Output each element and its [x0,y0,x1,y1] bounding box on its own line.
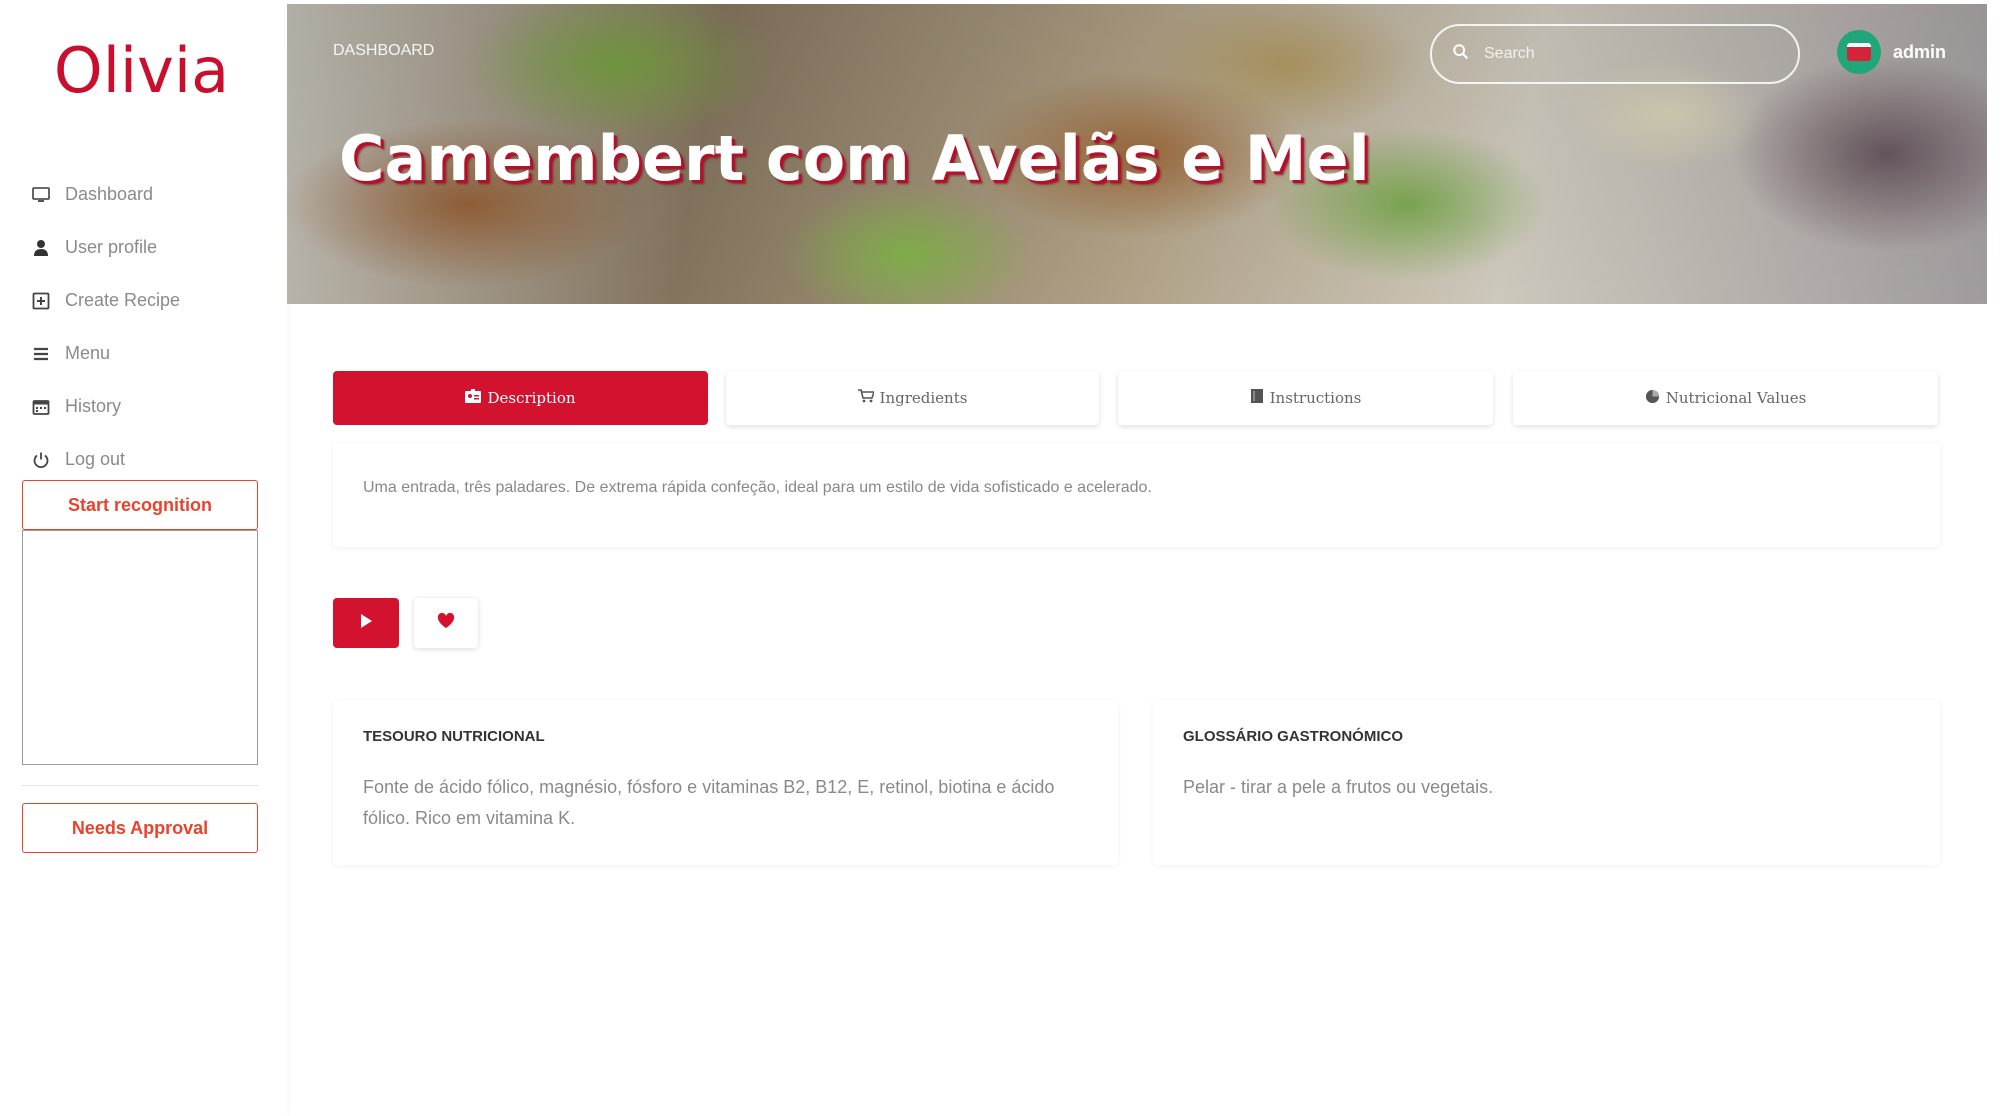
card-title: GLOSSÁRIO GASTRONÓMICO [1183,728,1404,745]
tab-label: Instructions [1269,389,1362,407]
card-body: Fonte de ácido fólico, magnésio, fósforo… [363,777,1055,828]
sidebar-item-menu[interactable]: Menu [30,327,270,380]
needs-approval-button[interactable]: Needs Approval [22,803,258,853]
sidebar-item-label: User profile [65,237,158,257]
search-input[interactable] [1482,44,1762,64]
recognition-output-box[interactable] [22,530,258,765]
sidebar-item-label: Dashboard [65,184,154,204]
sidebar-item-log-out[interactable]: Log out [30,433,270,486]
tab-label: Description [487,389,576,407]
sidebar-item-label: Log out [65,449,126,469]
power-icon [30,449,52,471]
description-text: Uma entrada, três paladares. De extrema … [363,479,1152,496]
glossary-card: GLOSSÁRIO GASTRONÓMICO Pelar - tirar a p… [1153,700,1940,865]
sidebar-nav: Dashboard User profile Create Recipe Men… [30,168,270,486]
user-name[interactable]: admin [1893,42,1946,63]
tab-instructions[interactable]: Instructions [1118,371,1493,425]
plus-square-icon [30,290,52,312]
tab-ingredients[interactable]: Ingredients [726,371,1099,425]
user-icon [30,237,52,259]
sidebar-item-label: Menu [65,343,111,363]
sidebar-divider [22,785,258,786]
recipe-hero-image: DASHBOARD Camembert com Avelãs e Mel adm… [287,4,1987,304]
pie-chart-icon [1645,389,1660,408]
sidebar-item-create-recipe[interactable]: Create Recipe [30,274,270,327]
tab-label: Ingredients [879,389,968,407]
nutrition-card: TESOURO NUTRICIONAL Fonte de ácido fólic… [333,700,1118,865]
recipe-tabs: Description Ingredients Instructions Nut… [333,371,1940,425]
tab-label: Nutricional Values [1665,389,1807,407]
start-recognition-button[interactable]: Start recognition [22,480,258,530]
play-button[interactable] [333,598,399,648]
favorite-button[interactable] [414,598,478,648]
user-menu[interactable]: admin [1837,30,1946,74]
breadcrumb[interactable]: DASHBOARD [333,42,434,60]
search-icon [1452,43,1470,66]
brand-logo[interactable]: Olivia [0,34,283,107]
cart-icon [857,389,875,407]
tab-nutricional-values[interactable]: Nutricional Values [1513,371,1938,425]
calendar-icon [30,396,52,418]
card-body: Pelar - tirar a pele a frutos ou vegetai… [1183,777,1494,797]
monitor-icon [30,184,52,206]
avatar-badge-icon [1847,43,1871,61]
sidebar: Olivia Dashboard User profile Create Rec… [0,0,287,1116]
tab-description[interactable]: Description [333,371,708,425]
id-card-icon [465,389,482,407]
avatar[interactable] [1837,30,1881,74]
sidebar-item-dashboard[interactable]: Dashboard [30,168,270,221]
sidebar-item-label: History [65,396,122,416]
sidebar-item-history[interactable]: History [30,380,270,433]
description-panel: Uma entrada, três paladares. De extrema … [333,443,1940,547]
menu-icon [30,343,52,365]
sidebar-item-label: Create Recipe [65,290,181,310]
heart-icon [437,612,455,634]
card-title: TESOURO NUTRICIONAL [363,728,545,745]
recipe-title: Camembert com Avelãs e Mel [339,122,1370,195]
play-icon [359,613,373,634]
sidebar-item-user-profile[interactable]: User profile [30,221,270,274]
search-bar[interactable] [1430,24,1800,84]
book-icon [1250,389,1264,407]
